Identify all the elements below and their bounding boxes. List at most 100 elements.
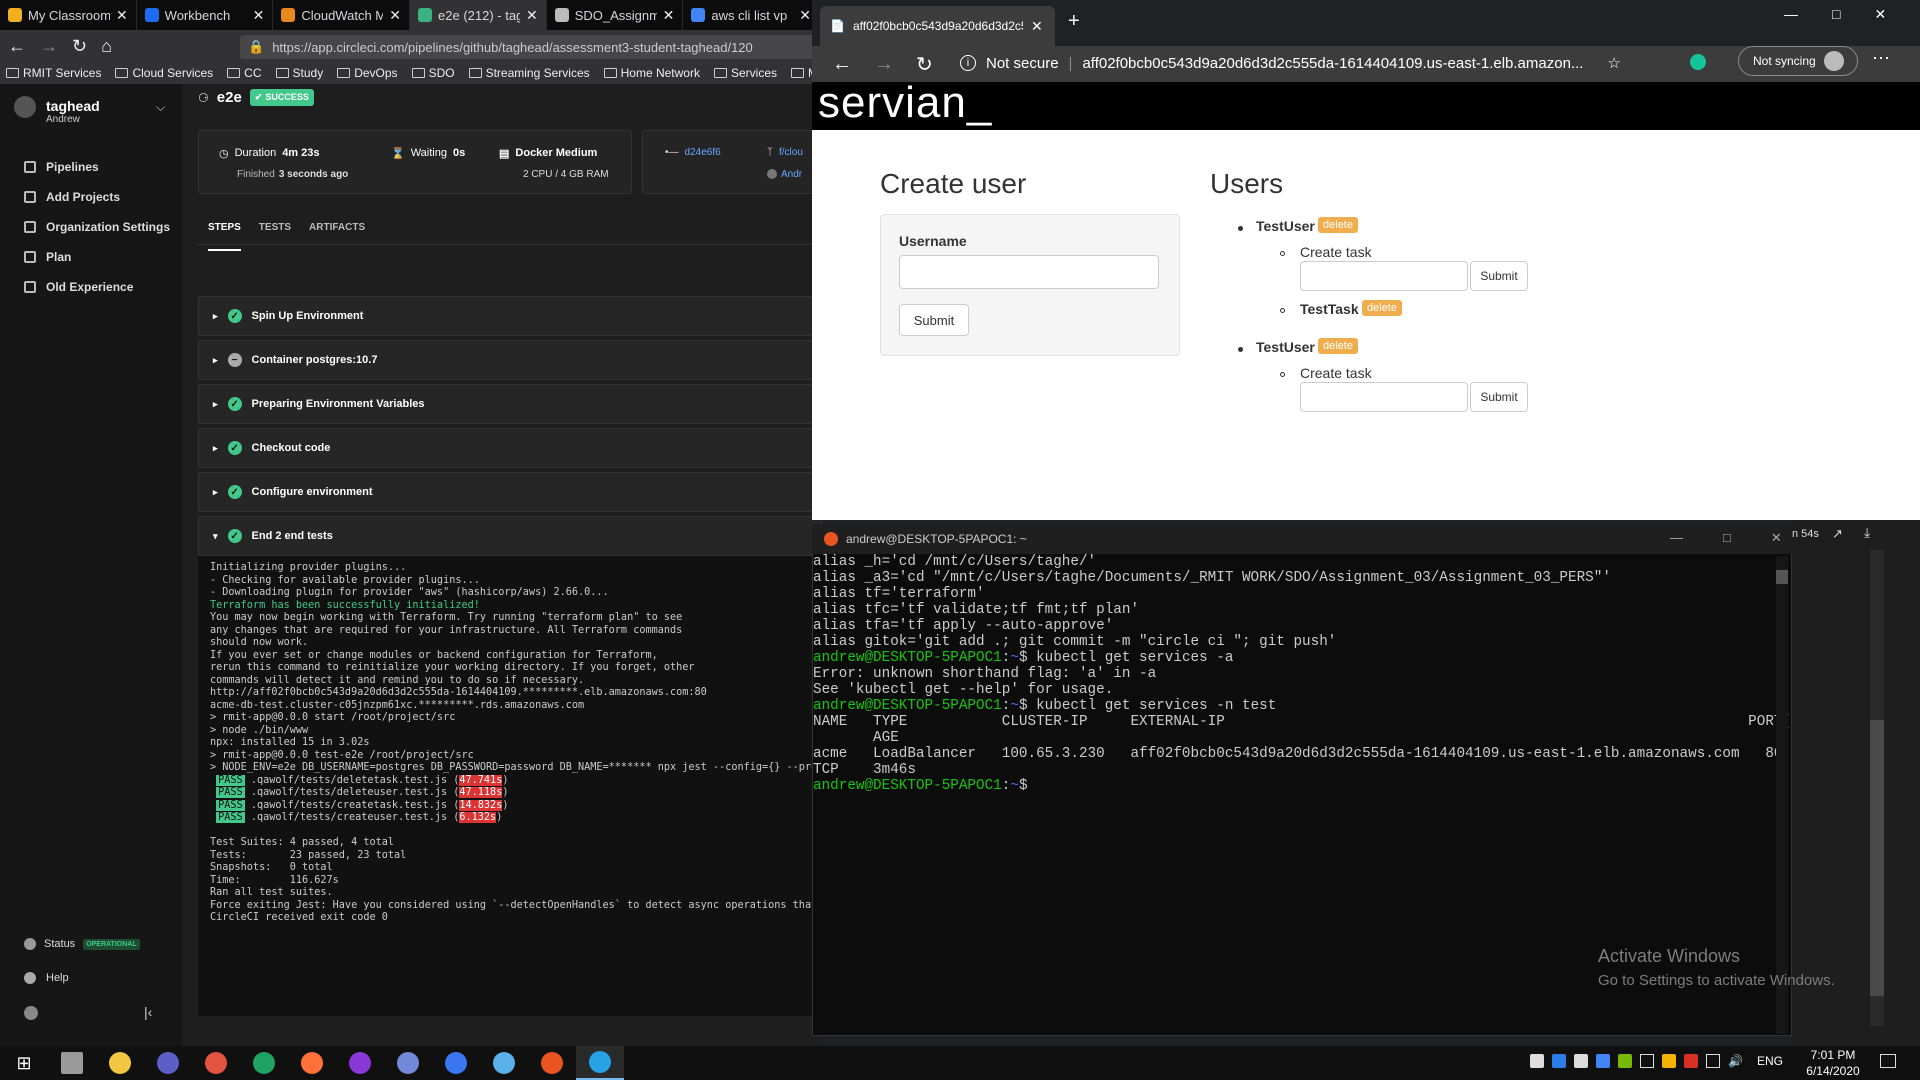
close-icon[interactable]: ✕: [1031, 18, 1043, 35]
edge-tab[interactable]: 📄 aff02f0bcb0c543d9a20d6d3d2c5 ✕: [820, 6, 1055, 46]
user-name[interactable]: taghead: [46, 98, 100, 114]
start-button[interactable]: ⊞: [0, 1046, 48, 1080]
tray-icon[interactable]: [1530, 1054, 1544, 1068]
tray-icon[interactable]: [1574, 1054, 1588, 1068]
sidebar-item-old-experience[interactable]: Old Experience: [0, 272, 182, 302]
bookmark-folder[interactable]: Cloud Services: [115, 66, 213, 80]
firefox-tab[interactable]: My Classrooms ✕: [0, 0, 137, 30]
username-input[interactable]: [899, 255, 1159, 289]
background-scrollbar[interactable]: [1870, 550, 1884, 1026]
sync-button[interactable]: Not syncing: [1738, 46, 1858, 76]
sidebar-item-pipelines[interactable]: Pipelines: [0, 152, 182, 182]
sidebar-item-plan[interactable]: Plan: [0, 242, 182, 272]
step-row[interactable]: ▸ ✓ Preparing Environment Variables: [198, 384, 822, 424]
grammarly-icon[interactable]: [1690, 54, 1706, 70]
branch-name[interactable]: f/clou: [779, 147, 803, 158]
firefox-tab[interactable]: aws cli list vp ✕: [683, 0, 821, 30]
maximize-icon[interactable]: □: [1832, 6, 1840, 23]
taskbar-app-ubuntu[interactable]: [528, 1046, 576, 1080]
language-indicator[interactable]: ENG: [1757, 1054, 1783, 1068]
home-icon[interactable]: ⌂: [101, 36, 112, 57]
help-link[interactable]: Help: [24, 972, 69, 984]
more-menu-icon[interactable]: ⋯: [1872, 48, 1890, 69]
commit[interactable]: •— d24e6f6: [665, 147, 721, 158]
taskbar-app-edge[interactable]: [576, 1046, 624, 1080]
taskbar-app-podcast[interactable]: [336, 1046, 384, 1080]
tab-close-icon[interactable]: ✕: [663, 7, 675, 24]
task-input[interactable]: [1300, 261, 1468, 291]
tray-icon[interactable]: [1684, 1054, 1698, 1068]
notifications-icon[interactable]: [1880, 1054, 1896, 1068]
tab-close-icon[interactable]: ✕: [526, 7, 538, 24]
back-icon[interactable]: ←: [8, 36, 26, 57]
firefox-url-bar[interactable]: 🔒 https://app.circleci.com/pipelines/git…: [240, 35, 820, 59]
taskbar-app-file-explorer[interactable]: [96, 1046, 144, 1080]
edge-forward-icon[interactable]: →: [874, 53, 894, 76]
chevron-down-icon[interactable]: ⌵: [156, 100, 165, 115]
bookmark-folder[interactable]: Streaming Services: [468, 66, 590, 80]
bookmark-folder[interactable]: SDO: [411, 66, 455, 80]
firefox-tab[interactable]: Workbench ✕: [137, 0, 274, 30]
taskbar-app-task-view[interactable]: [48, 1046, 96, 1080]
status-row[interactable]: Status OPERATIONAL: [24, 938, 140, 950]
step-row[interactable]: ▸ ✓ Spin Up Environment: [198, 296, 822, 336]
edge-back-icon[interactable]: ←: [832, 53, 852, 76]
bookmark-folder[interactable]: Study: [275, 66, 323, 80]
bookmark-folder[interactable]: Home Network: [603, 66, 700, 80]
firefox-tab[interactable]: e2e (212) - tagh ✕: [410, 0, 547, 30]
forward-icon[interactable]: →: [40, 36, 58, 57]
tray-icon[interactable]: [1618, 1054, 1632, 1068]
tab-artifacts[interactable]: ARTIFACTS: [309, 222, 365, 251]
step-row[interactable]: ▸ ✓ Configure environment: [198, 472, 822, 512]
terminal-maximize-icon[interactable]: □: [1723, 530, 1731, 546]
branch[interactable]: ᛉ f/clou: [767, 147, 803, 158]
download-icon[interactable]: ⤓: [1864, 524, 1870, 541]
commit-hash[interactable]: d24e6f6: [685, 147, 721, 158]
bookmark-folder[interactable]: DevOps: [337, 66, 398, 80]
tray-icon[interactable]: [1596, 1054, 1610, 1068]
volume-icon[interactable]: 🔊: [1728, 1054, 1743, 1068]
firefox-tab[interactable]: SDO_Assignment3 ✕: [547, 0, 684, 30]
create-user-submit-button[interactable]: Submit: [899, 304, 969, 336]
bookmark-folder[interactable]: CC: [227, 66, 262, 80]
tab-close-icon[interactable]: ✕: [253, 7, 265, 24]
favorite-star-icon[interactable]: ☆: [1607, 54, 1620, 72]
background-scroll-thumb[interactable]: [1870, 720, 1884, 996]
tab-close-icon[interactable]: ✕: [389, 7, 401, 24]
taskbar-app-app-red[interactable]: [192, 1046, 240, 1080]
delete-user-button[interactable]: delete: [1318, 338, 1358, 354]
scroll-thumb[interactable]: [1776, 570, 1788, 584]
terminal-close-icon[interactable]: ✕: [1771, 530, 1782, 546]
taskbar-app-firefox[interactable]: [288, 1046, 336, 1080]
taskbar-app-circle-blue[interactable]: [480, 1046, 528, 1080]
tab-close-icon[interactable]: ✕: [799, 7, 811, 24]
tray-icon[interactable]: [1662, 1054, 1676, 1068]
taskbar-app-teams[interactable]: [144, 1046, 192, 1080]
reload-icon[interactable]: ↻: [72, 36, 87, 57]
task-input[interactable]: [1300, 382, 1468, 412]
bookmark-folder[interactable]: RMIT Services: [6, 66, 101, 80]
edge-refresh-icon[interactable]: ↻: [916, 52, 933, 77]
open-external-icon[interactable]: ↗: [1832, 526, 1843, 542]
new-tab-icon[interactable]: +: [1068, 10, 1080, 33]
collapse-sidebar-icon[interactable]: |‹: [144, 1004, 152, 1020]
bookmark-folder[interactable]: Services: [713, 66, 777, 80]
terminal-minimize-icon[interactable]: —: [1670, 530, 1683, 546]
step-row[interactable]: ▾ ✓ End 2 end tests: [198, 516, 822, 556]
tray-icon[interactable]: [1552, 1054, 1566, 1068]
taskbar-app-signal[interactable]: [432, 1046, 480, 1080]
delete-task-button[interactable]: delete: [1362, 300, 1402, 316]
tab-close-icon[interactable]: ✕: [116, 7, 128, 24]
tab-steps[interactable]: STEPS: [208, 222, 241, 251]
create-task-submit-button[interactable]: Submit: [1470, 261, 1528, 291]
tab-tests[interactable]: TESTS: [259, 222, 291, 251]
edge-url-bar[interactable]: i Not secure | aff02f0bcb0c543d9a20d6d3d…: [960, 48, 1650, 78]
taskbar-app-google-drive[interactable]: [240, 1046, 288, 1080]
create-task-submit-button[interactable]: Submit: [1470, 382, 1528, 412]
step-row[interactable]: ▸ − Container postgres:10.7: [198, 340, 822, 380]
sidebar-item-organization-settings[interactable]: Organization Settings: [0, 212, 182, 242]
step-row[interactable]: ▸ ✓ Checkout code: [198, 428, 822, 468]
taskbar-app-discord-like[interactable]: [384, 1046, 432, 1080]
firefox-tab[interactable]: CloudWatch M ✕: [273, 0, 411, 30]
delete-user-button[interactable]: delete: [1318, 217, 1358, 233]
